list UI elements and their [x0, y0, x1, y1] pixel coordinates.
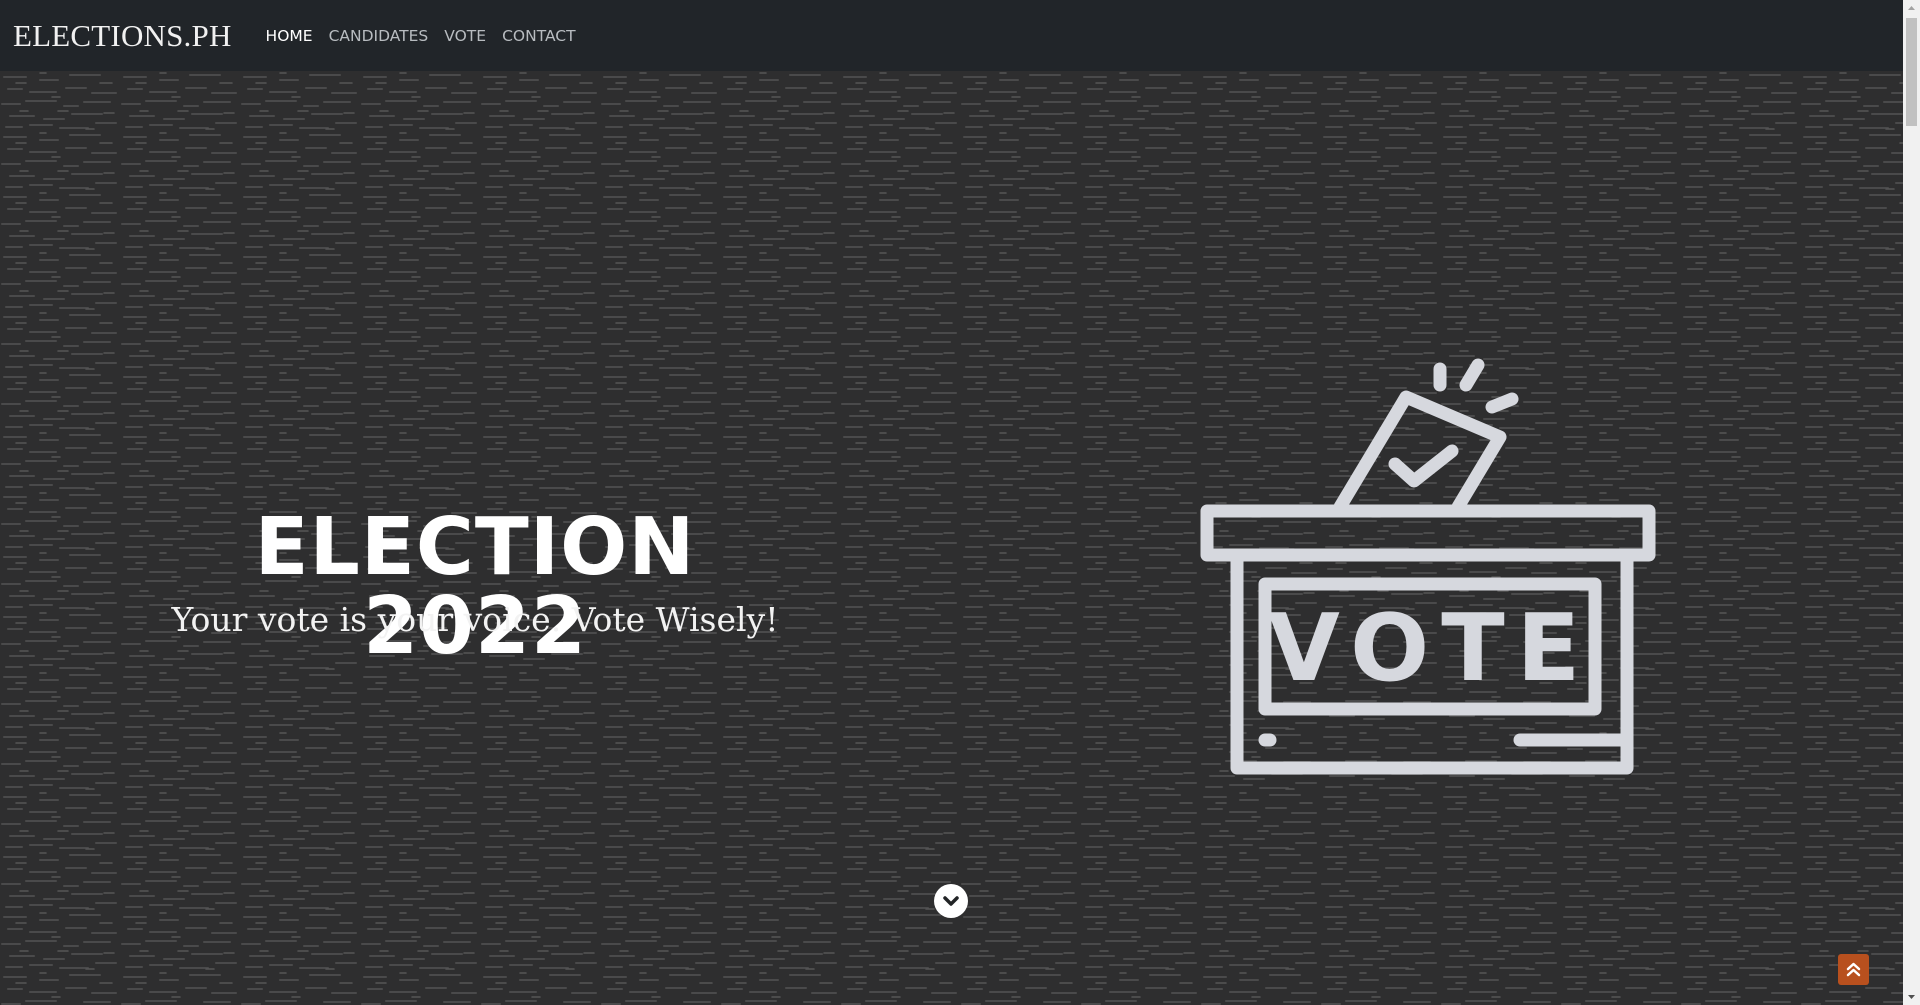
- top-navbar: ELECTIONS.PH HOME CANDIDATES VOTE CONTAC…: [0, 0, 1903, 71]
- nav-link-home[interactable]: HOME: [266, 27, 313, 45]
- vertical-scrollbar[interactable]: [1903, 0, 1920, 1005]
- back-to-top-button[interactable]: [1838, 954, 1869, 985]
- scroll-down-button[interactable]: [934, 884, 968, 918]
- nav-link-candidates[interactable]: CANDIDATES: [329, 27, 429, 45]
- scrollbar-thumb[interactable]: [1906, 18, 1917, 126]
- double-chevron-up-icon: [1846, 962, 1861, 977]
- scroll-down-arrow-icon[interactable]: [1903, 988, 1920, 1005]
- nav-link-contact[interactable]: CONTACT: [502, 27, 576, 45]
- nav-link-vote[interactable]: VOTE: [444, 27, 486, 45]
- ballot-box-label: VOTE: [1268, 594, 1592, 702]
- hero-title: ELECTION 2022: [254, 501, 696, 672]
- hero-section: ELECTION 2022 Your vote is your voice. V…: [0, 71, 1903, 1005]
- ballot-box-icon: VOTE: [1200, 358, 1656, 775]
- scroll-up-arrow-icon[interactable]: [1903, 0, 1920, 17]
- nav-links: HOME CANDIDATES VOTE CONTACT: [266, 27, 576, 45]
- brand-logo-text[interactable]: ELECTIONS.PH: [13, 18, 232, 54]
- hero-subtitle: Your vote is your voice. Vote Wisely!: [171, 600, 779, 639]
- chevron-down-icon: [943, 896, 959, 906]
